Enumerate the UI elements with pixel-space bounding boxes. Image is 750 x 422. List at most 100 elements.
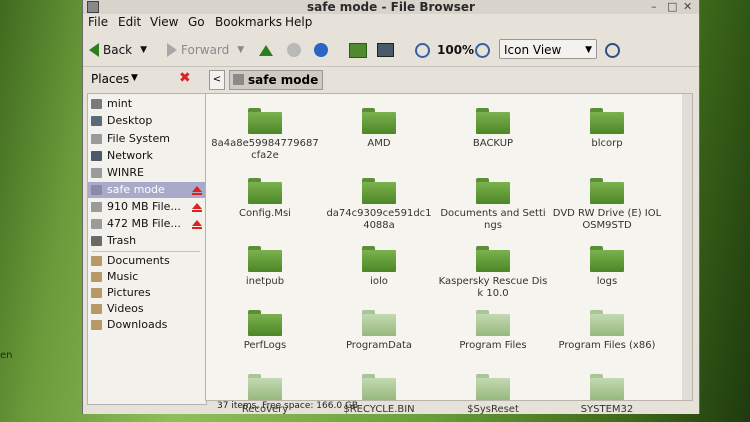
file-name: ProgramData [345, 340, 413, 351]
file-item[interactable]: Program Files [438, 310, 548, 352]
file-name: Kaspersky Rescue Disk 10.0 [438, 276, 548, 299]
sidebar-item-videos[interactable]: Videos [88, 301, 206, 317]
file-item[interactable]: Kaspersky Rescue Disk 10.0 [438, 246, 548, 300]
sidebar-item-file-system[interactable]: File System [88, 131, 206, 147]
file-name: Config.Msi [239, 208, 291, 219]
folder-icon [91, 304, 102, 314]
search-button[interactable] [605, 38, 620, 62]
sidebar-item-pictures[interactable]: Pictures [88, 285, 206, 301]
folder-icon [91, 272, 102, 282]
forward-label: Forward [181, 43, 230, 57]
eject-icon[interactable] [192, 203, 202, 212]
sidebar-item-downloads[interactable]: Downloads [88, 317, 206, 333]
file-item[interactable]: da74c9309ce591dc14088a [324, 178, 434, 232]
zoom-in-button[interactable] [475, 38, 490, 62]
sidebar-item-safe-mode[interactable]: safe mode [88, 182, 206, 198]
computer-button[interactable] [377, 38, 394, 62]
file-icon-view: 8a4a8e59984779687cfa2e AMD BACKUP blcorp Con… [205, 93, 693, 414]
stop-button[interactable] [287, 38, 301, 62]
file-item[interactable]: iolo [324, 246, 434, 288]
menu-go[interactable]: Go [188, 15, 205, 29]
maximize-button[interactable]: □ [667, 0, 677, 13]
folder-icon [476, 310, 510, 336]
close-sidebar-icon[interactable]: ✖ [179, 70, 191, 86]
back-label: Back [103, 43, 133, 57]
close-button[interactable]: ✕ [683, 0, 692, 13]
home-button[interactable] [349, 38, 367, 62]
stop-icon [287, 43, 301, 57]
sidebar-item-desktop[interactable]: Desktop [88, 113, 206, 129]
sidebar-item-trash[interactable]: Trash [88, 233, 206, 249]
menu-edit[interactable]: Edit [118, 15, 141, 29]
titlebar: safe mode - File Browser – □ ✕ [83, 0, 699, 14]
sidebar-item-910mb[interactable]: 910 MB File... [88, 199, 206, 215]
chevron-down-icon: ▼ [585, 45, 592, 55]
places-sidebar: mint Desktop File System Network WINRE s… [87, 93, 207, 405]
sidebar-item-network[interactable]: Network [88, 148, 206, 164]
file-item[interactable]: PerfLogs [210, 310, 320, 352]
back-history-chevron-icon[interactable]: ▼ [140, 45, 147, 55]
file-item[interactable]: BACKUP [438, 108, 548, 150]
drive-icon [91, 168, 102, 178]
drive-icon [91, 219, 102, 229]
trash-icon [91, 236, 102, 246]
view-mode-select[interactable]: Icon View ▼ [499, 39, 597, 59]
drive-icon [91, 185, 102, 195]
file-item[interactable]: Program Files (x86) [552, 310, 662, 352]
folder-icon [248, 374, 282, 400]
folder-icon [91, 256, 102, 266]
file-item[interactable]: Documents and Settings [438, 178, 548, 232]
zoom-out-button[interactable] [415, 38, 430, 62]
file-name: inetpub [245, 276, 285, 287]
folder-link-icon [476, 178, 510, 204]
menubar: File Edit View Go Bookmarks Help [83, 14, 699, 32]
file-item[interactable]: 8a4a8e59984779687cfa2e [210, 108, 320, 162]
places-label[interactable]: Places [91, 72, 129, 86]
eject-icon[interactable] [192, 220, 202, 229]
sidebar-item-documents[interactable]: Documents [88, 253, 206, 269]
forward-button[interactable]: Forward ▼ [167, 38, 244, 62]
menu-file[interactable]: File [88, 15, 108, 29]
folder-icon [476, 108, 510, 134]
menu-bookmarks[interactable]: Bookmarks [215, 15, 282, 29]
reload-icon [314, 43, 328, 57]
file-item[interactable]: inetpub [210, 246, 320, 288]
path-segment-current[interactable]: safe mode [229, 70, 324, 90]
sidebar-item-mint[interactable]: mint [88, 96, 206, 112]
up-button[interactable] [259, 38, 273, 62]
forward-history-chevron-icon[interactable]: ▼ [237, 45, 244, 55]
sidebar-divider [92, 251, 200, 252]
eject-icon[interactable] [192, 186, 202, 195]
file-item[interactable]: Config.Msi [210, 178, 320, 220]
reload-button[interactable] [314, 38, 328, 62]
folder-icon [590, 178, 624, 204]
file-item[interactable]: logs [552, 246, 662, 288]
places-chevron-down-icon[interactable]: ▼ [131, 73, 138, 83]
folder-icon [476, 374, 510, 400]
sidebar-item-winre[interactable]: WINRE [88, 165, 206, 181]
toolbar: Back ▼ Forward ▼ 100% Icon View ▼ [83, 34, 699, 67]
back-button[interactable]: Back ▼ [89, 38, 147, 62]
file-name: PerfLogs [243, 340, 287, 351]
forward-arrow-icon [167, 43, 177, 57]
file-item[interactable]: ProgramData [324, 310, 434, 352]
vertical-scrollbar[interactable] [682, 94, 692, 400]
network-icon [91, 151, 102, 161]
menu-help[interactable]: Help [285, 15, 312, 29]
path-scroll-left-icon[interactable]: < [209, 70, 225, 90]
sidebar-item-472mb[interactable]: 472 MB File... [88, 216, 206, 232]
minimize-button[interactable]: – [651, 0, 657, 13]
folder-icon [362, 108, 396, 134]
file-item[interactable]: DVD RW Drive (E) IOLOSM9STD [552, 178, 662, 232]
places-header: Places ▼ ✖ [83, 68, 209, 90]
file-name: iolo [370, 276, 388, 287]
desktop-text-fragment: en [0, 350, 13, 361]
file-item[interactable]: AMD [324, 108, 434, 150]
status-bar: 37 items, Free space: 166.0 GB [217, 401, 359, 411]
file-item[interactable]: blcorp [552, 108, 662, 150]
menu-view[interactable]: View [150, 15, 178, 29]
file-name: BACKUP [472, 138, 514, 149]
computer-icon [377, 43, 394, 57]
sidebar-item-music[interactable]: Music [88, 269, 206, 285]
folder-icon [590, 374, 624, 400]
